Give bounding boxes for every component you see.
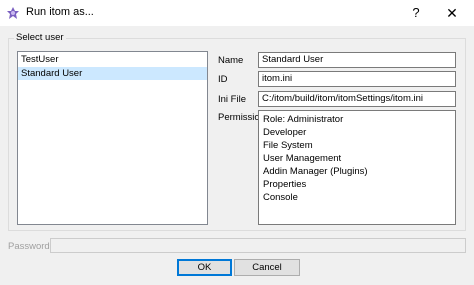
user-list-item[interactable]: TestUser <box>18 53 207 66</box>
cancel-button[interactable]: Cancel <box>234 259 300 276</box>
permission-item: File System <box>263 140 313 151</box>
permission-list[interactable]: Role: Administrator Developer File Syste… <box>258 110 456 225</box>
ini-file-field[interactable]: C:/itom/build/itom/itomSettings/itom.ini <box>258 91 456 107</box>
title-bar: Run itom as... ? ✕ <box>0 0 474 26</box>
permission-item: Console <box>263 192 298 203</box>
permission-item: Properties <box>263 179 307 190</box>
password-label: Password <box>8 241 50 252</box>
window-title: Run itom as... <box>26 6 94 18</box>
password-input[interactable] <box>50 238 466 253</box>
permission-item: Developer <box>263 127 307 138</box>
itom-app-icon <box>6 6 20 20</box>
permission-item: Role: Administrator <box>263 114 344 125</box>
user-list-item-selected[interactable]: Standard User <box>18 67 207 80</box>
permission-item: Addin Manager (Plugins) <box>263 166 368 177</box>
permission-item: User Management <box>263 153 342 164</box>
ok-button[interactable]: OK <box>177 259 232 276</box>
help-button[interactable]: ? <box>405 2 427 24</box>
id-label: ID <box>218 74 228 85</box>
user-list[interactable]: TestUser Standard User <box>17 51 208 225</box>
name-field[interactable]: Standard User <box>258 52 456 68</box>
id-field[interactable]: itom.ini <box>258 71 456 87</box>
name-label: Name <box>218 55 244 66</box>
close-button[interactable]: ✕ <box>440 2 464 24</box>
select-user-group-label: Select user <box>14 32 66 43</box>
ini-file-label: Ini File <box>218 94 246 105</box>
